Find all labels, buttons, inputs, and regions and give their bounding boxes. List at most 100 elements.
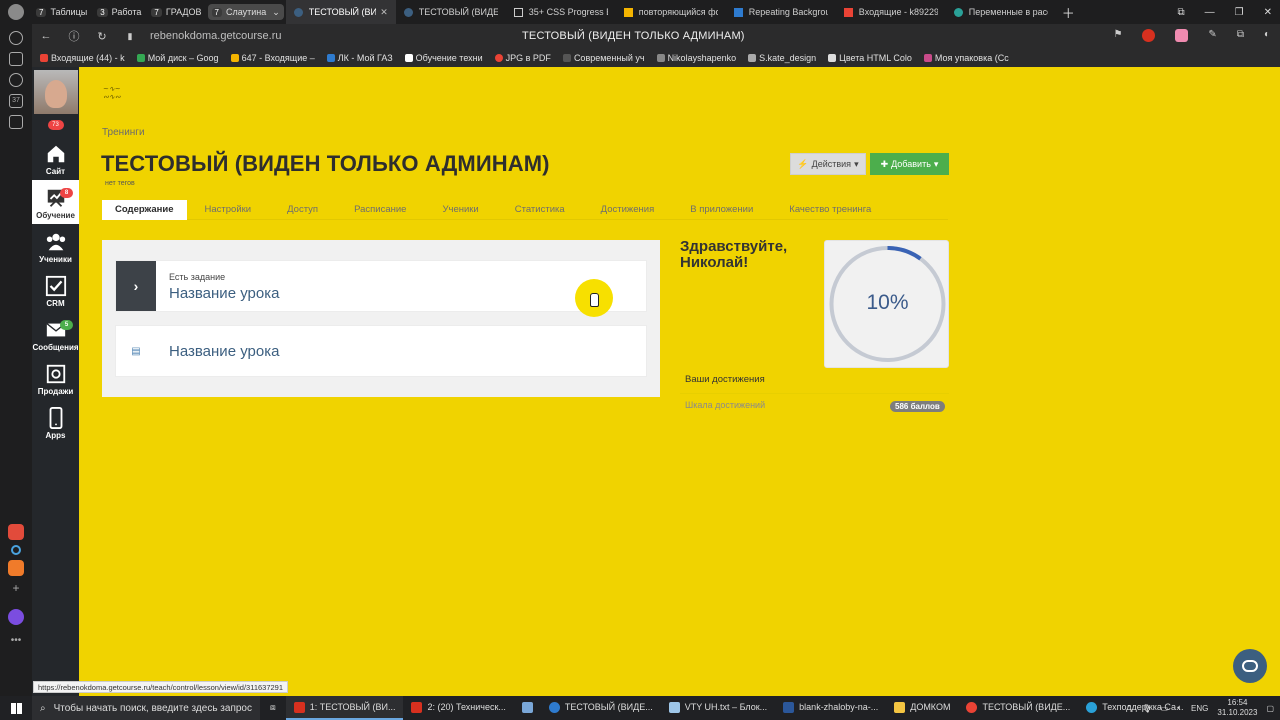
bookmark-item[interactable]: S.kate_design: [748, 53, 816, 63]
browser-tab[interactable]: 35+ CSS Progress Ba: [506, 0, 616, 24]
history-icon[interactable]: [9, 31, 23, 45]
bookmark-item[interactable]: ЛК - Мой ГАЗ: [326, 53, 393, 63]
pen-icon[interactable]: ✎: [1208, 29, 1216, 42]
play-icon[interactable]: [9, 73, 23, 87]
lesson-title[interactable]: Название урока: [169, 343, 279, 360]
notifications-icon[interactable]: ▢: [1266, 704, 1274, 713]
url-text[interactable]: rebenokdoma.getcourse.ru: [150, 30, 281, 42]
lock-icon[interactable]: ▮: [116, 31, 144, 42]
tab-group[interactable]: 7 Слаутина ⌄: [207, 4, 284, 20]
tab-training-quality[interactable]: Качество тренинга: [771, 200, 889, 220]
taskbar-app[interactable]: [514, 696, 541, 720]
sidebar-item-site[interactable]: Сайт: [32, 136, 79, 180]
app-shortcut-icon[interactable]: [8, 524, 24, 540]
sidebar-item-sales[interactable]: Продажи: [32, 356, 79, 400]
actions-button[interactable]: ⚡ Действия ▾: [790, 153, 866, 175]
minimize-icon[interactable]: —: [1205, 7, 1215, 18]
bookmark-item[interactable]: Обучение техни: [404, 53, 483, 63]
browser-tab[interactable]: Входящие - k89229(: [836, 0, 946, 24]
school-logo[interactable]: ~∿~ ∾∿∾: [103, 85, 121, 101]
bookmark-icon[interactable]: ⚑: [1113, 29, 1122, 42]
add-button[interactable]: ✚ Добавить ▾: [870, 153, 949, 175]
tab-search-icon[interactable]: ⧉: [1178, 7, 1185, 18]
chevron-down-icon[interactable]: ⌄: [272, 7, 280, 18]
tab-achievements[interactable]: Достижения: [583, 200, 673, 220]
taskbar-app[interactable]: 1: ТЕСТОВЫЙ (ВИ...: [285, 696, 404, 720]
browser-tab[interactable]: ТЕСТОВЫЙ (ВИДЕН: [396, 0, 506, 24]
sidebar-badge: 5: [60, 320, 73, 330]
tab-students[interactable]: Ученики: [424, 200, 496, 220]
sidebar-item-messages[interactable]: 5 Сообщения: [32, 312, 79, 356]
bookmark-item[interactable]: 647 - Входящие –: [230, 53, 315, 63]
taskbar-app[interactable]: ДОМКОМ: [886, 696, 958, 720]
tab-in-app[interactable]: В приложении: [672, 200, 771, 220]
taskbar-search[interactable]: ⌕ Чтобы начать поиск, введите здесь запро…: [32, 696, 260, 720]
collections-icon[interactable]: [9, 52, 23, 66]
info-icon[interactable]: ⓘ: [60, 28, 88, 44]
bookmark-item[interactable]: Мой диск – Goog: [136, 53, 219, 63]
calendar-icon[interactable]: 37: [9, 94, 23, 108]
add-icon[interactable]: +: [0, 581, 32, 595]
assistant-icon[interactable]: [8, 609, 24, 625]
puzzle-icon[interactable]: ⧉: [1237, 29, 1244, 42]
taskbar-app[interactable]: VTY UH.txt – Блок...: [661, 696, 775, 720]
bookmark-item[interactable]: Моя упаковка (Сс: [923, 53, 1009, 63]
browser-tab[interactable]: повторяющийся фо: [616, 0, 726, 24]
taskbar-app[interactable]: blank-zhaloby-na-...: [775, 696, 886, 720]
sidebar-item-students[interactable]: Ученики: [32, 224, 79, 268]
app-shortcut-icon[interactable]: [8, 560, 24, 576]
bookmark-item[interactable]: Современный уч: [562, 53, 645, 63]
sidebar-item-training[interactable]: 8 Обучение: [32, 180, 79, 224]
task-view-icon[interactable]: ⧈: [260, 696, 286, 720]
chevron-up-icon[interactable]: ⌃: [1126, 704, 1133, 713]
avatar[interactable]: [33, 70, 78, 114]
taskbar-app[interactable]: ТЕСТОВЫЙ (ВИДЕ...: [958, 696, 1078, 720]
tab-group[interactable]: 7 ГРАДОВ: [147, 4, 205, 20]
new-tab-plus-icon[interactable]: ＋: [1062, 3, 1075, 22]
restore-icon[interactable]: ❐: [1235, 7, 1244, 18]
back-arrow-icon[interactable]: ←: [32, 30, 60, 42]
app-shortcut-icon[interactable]: [11, 545, 21, 555]
bookmark-item[interactable]: Входящие (44) - k: [40, 53, 125, 63]
taskbar-app-label: 2: (20) Техническ...: [427, 702, 506, 712]
browser-tab[interactable]: Переменные в расс: [946, 0, 1056, 24]
network-icon[interactable]: ▭: [1161, 704, 1169, 713]
bookmark-item[interactable]: Цвета HTML Colo: [828, 53, 912, 63]
tab-group[interactable]: 3 Работа: [93, 4, 145, 20]
lesson-item[interactable]: › Есть задание Название урока: [115, 260, 647, 312]
notification-badge[interactable]: 73: [47, 120, 64, 130]
tab-settings[interactable]: Настройки: [187, 200, 270, 220]
windows-start-icon[interactable]: [0, 702, 32, 714]
lesson-item[interactable]: ▤ Название урока: [115, 325, 647, 377]
language-indicator[interactable]: ENG: [1191, 704, 1208, 713]
microphone-icon[interactable]: 🎙︎: [1142, 704, 1152, 713]
bookmark-item[interactable]: JPG в PDF: [494, 53, 551, 63]
sidebar-item-crm[interactable]: CRM: [32, 268, 79, 312]
taskbar-app[interactable]: ТЕСТОВЫЙ (ВИДЕ...: [541, 696, 661, 720]
browser-tab[interactable]: Repeating Backgrour: [726, 0, 836, 24]
taskbar-app[interactable]: 2: (20) Техническ...: [403, 696, 513, 720]
profile-menu-icon[interactable]: ◐: [1264, 29, 1270, 42]
clock[interactable]: 16:54 31.10.2023: [1217, 698, 1257, 718]
tab-group-label: Таблицы: [50, 7, 88, 17]
tab-schedule[interactable]: Расписание: [336, 200, 424, 220]
close-icon[interactable]: ✕: [380, 7, 388, 18]
profile-icon[interactable]: [8, 4, 24, 20]
close-window-icon[interactable]: ✕: [1264, 7, 1272, 18]
tab-statistics[interactable]: Статистика: [497, 200, 583, 220]
bookmark-item[interactable]: Nikolayshapenko: [656, 53, 736, 63]
tab-group[interactable]: 7 Таблицы: [32, 4, 91, 20]
breadcrumb[interactable]: Тренинги: [102, 127, 145, 138]
reload-icon[interactable]: ↻: [88, 30, 116, 43]
screenshot-icon[interactable]: [9, 115, 23, 129]
speaker-icon[interactable]: 🔈︎: [1177, 703, 1182, 713]
lesson-title[interactable]: Название урока: [169, 285, 279, 302]
extension-icon[interactable]: [1142, 29, 1156, 42]
tab-access[interactable]: Доступ: [269, 200, 336, 220]
extension-icon[interactable]: [1175, 29, 1189, 42]
sidebar-item-apps[interactable]: Apps: [32, 400, 79, 444]
more-icon[interactable]: •••: [0, 635, 32, 646]
chat-widget-button[interactable]: [1233, 649, 1267, 683]
tab-content[interactable]: Содержание: [102, 199, 187, 220]
browser-tab[interactable]: ТЕСТОВЫЙ (ВИД ✕: [285, 0, 396, 24]
